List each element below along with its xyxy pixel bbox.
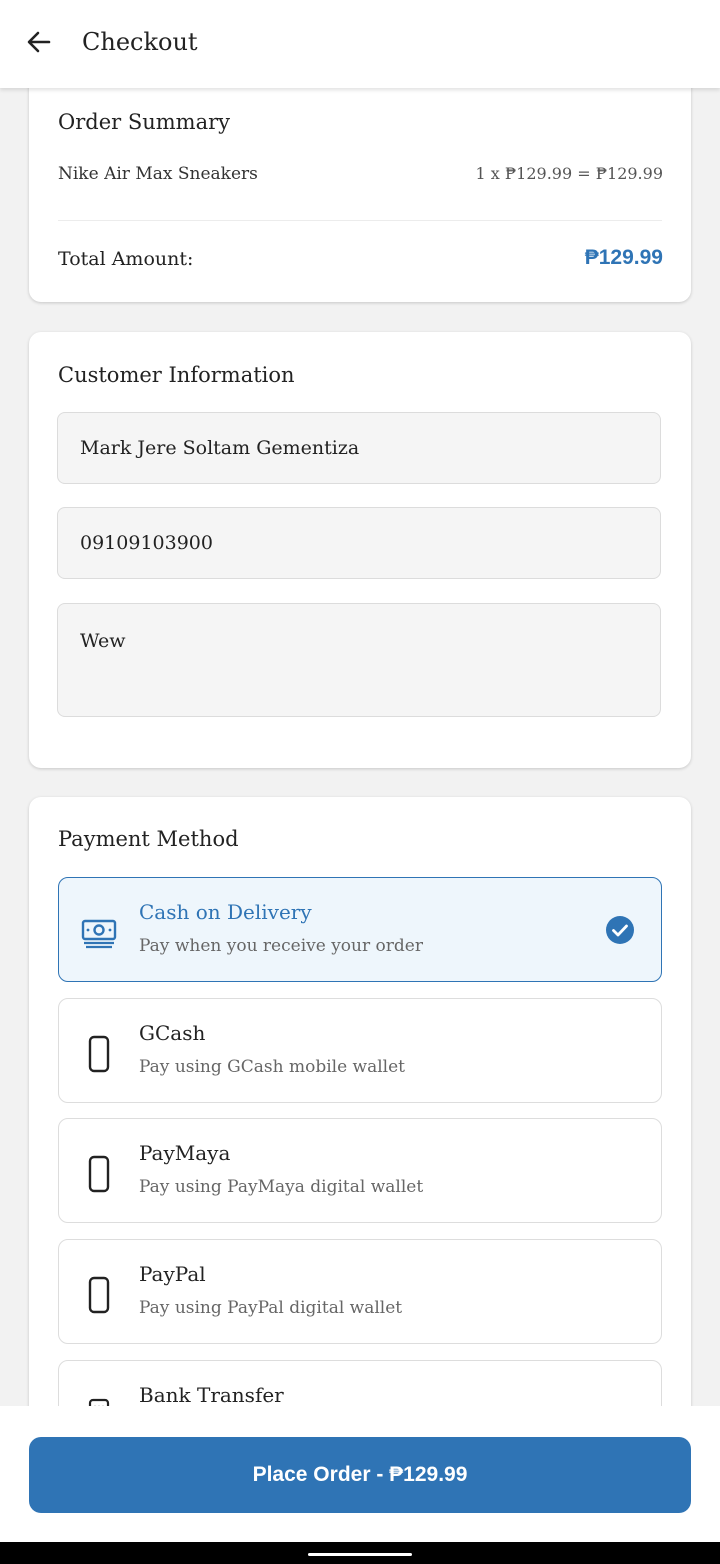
payment-option-gcash[interactable]: GCash Pay using GCash mobile wallet bbox=[58, 998, 662, 1103]
cash-icon bbox=[81, 919, 117, 949]
payment-option-paymaya[interactable]: PayMaya Pay using PayMaya digital wallet bbox=[58, 1118, 662, 1223]
system-nav-bar bbox=[0, 1542, 720, 1564]
total-label: Total Amount: bbox=[58, 248, 194, 270]
payment-option-cash-on-delivery[interactable]: Cash on Delivery Pay when you receive yo… bbox=[58, 877, 662, 982]
phone-icon bbox=[88, 1155, 110, 1193]
place-order-button[interactable]: Place Order - ₱129.99 bbox=[29, 1437, 691, 1513]
customer-info-title: Customer Information bbox=[58, 363, 295, 387]
total-value: ₱129.99 bbox=[584, 246, 663, 269]
payment-method-card: Payment Method Cash on Delivery Pay when… bbox=[29, 797, 691, 1497]
arrow-left-icon bbox=[27, 31, 51, 53]
name-field[interactable]: Mark Jere Soltam Gementiza bbox=[57, 412, 661, 484]
payment-option-name: Cash on Delivery bbox=[139, 900, 312, 924]
check-circle-icon bbox=[606, 916, 634, 944]
order-item-name: Nike Air Max Sneakers bbox=[58, 164, 258, 184]
bottom-action-bar: Place Order - ₱129.99 bbox=[0, 1406, 720, 1542]
payment-option-desc: Pay using GCash mobile wallet bbox=[139, 1057, 405, 1077]
divider bbox=[58, 220, 662, 221]
home-handle[interactable] bbox=[308, 1553, 412, 1556]
phone-icon bbox=[88, 1035, 110, 1073]
payment-option-name: Bank Transfer bbox=[139, 1383, 284, 1407]
payment-option-name: GCash bbox=[139, 1021, 206, 1045]
phone-icon bbox=[88, 1276, 110, 1314]
order-summary-card: Order Summary Nike Air Max Sneakers 1 x … bbox=[29, 70, 691, 302]
payment-method-title: Payment Method bbox=[58, 827, 239, 851]
page-title: Checkout bbox=[82, 28, 198, 56]
order-item-calc: 1 x ₱129.99 = ₱129.99 bbox=[475, 164, 663, 183]
payment-option-desc: Pay using PayPal digital wallet bbox=[139, 1298, 403, 1318]
app-bar: Checkout bbox=[0, 0, 720, 88]
address-field[interactable]: Wew bbox=[57, 603, 661, 717]
phone-field[interactable]: 09109103900 bbox=[57, 507, 661, 579]
payment-option-name: PayPal bbox=[139, 1262, 206, 1286]
payment-option-desc: Pay when you receive your order bbox=[139, 936, 423, 956]
customer-info-card: Customer Information Mark Jere Soltam Ge… bbox=[29, 332, 691, 768]
order-summary-title: Order Summary bbox=[58, 110, 230, 134]
payment-option-paypal[interactable]: PayPal Pay using PayPal digital wallet bbox=[58, 1239, 662, 1344]
payment-option-desc: Pay using PayMaya digital wallet bbox=[139, 1177, 424, 1197]
payment-option-name: PayMaya bbox=[139, 1141, 231, 1165]
back-button[interactable] bbox=[18, 24, 58, 64]
